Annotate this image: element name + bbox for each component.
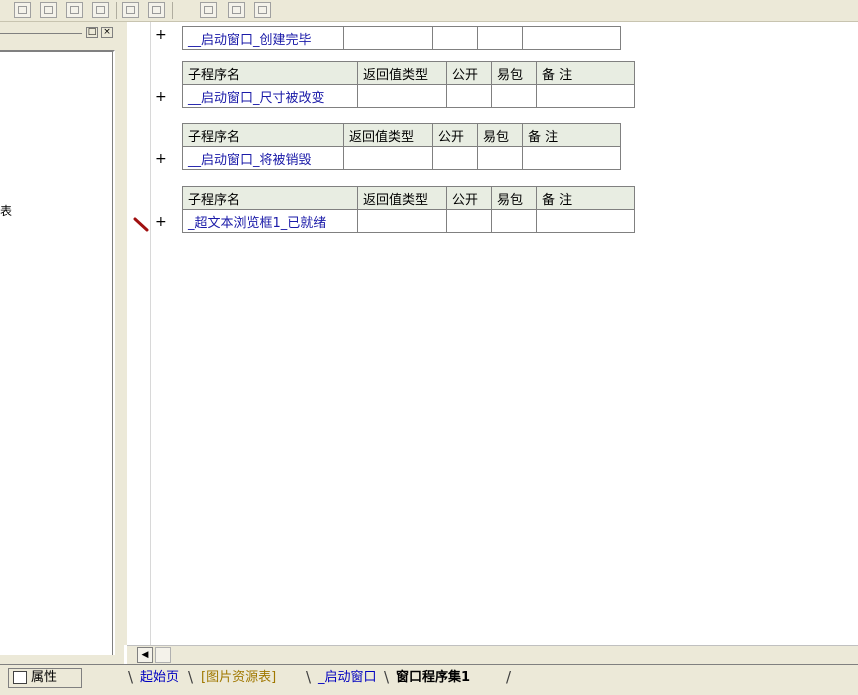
align-middle-icon[interactable] [92,2,109,18]
expand-icon[interactable]: + [155,89,167,105]
breakpoint-pen-icon[interactable] [133,216,149,232]
remark-cell[interactable] [522,26,621,50]
panel-restore-icon[interactable]: □ [86,27,98,38]
expand-icon[interactable]: + [155,214,167,230]
scroll-thumb[interactable] [155,647,171,663]
properties-icon [13,671,27,684]
easy-pack-cell[interactable] [491,209,537,233]
app-window: □ × 表 + __启动窗口_创建完毕 子程序名 返回值类型 公开 易包 备 注… [0,0,858,695]
header-return-type: 返回值类型 [357,186,447,210]
public-cell[interactable] [432,26,478,50]
header-return-type: 返回值类型 [357,61,447,85]
toolbar-separator [116,2,117,19]
left-panel: □ × 表 [0,22,124,664]
header-easy-pack: 易包 [477,123,523,147]
same-height-icon[interactable] [228,2,245,18]
properties-label: 属性 [31,670,58,685]
return-type-cell[interactable] [357,84,447,108]
public-cell[interactable] [446,209,492,233]
public-cell[interactable] [432,146,478,170]
horizontal-scrollbar[interactable]: ◀ [127,645,858,664]
header-easy-pack: 易包 [491,61,537,85]
toolbar-separator [172,2,173,19]
same-size-icon[interactable] [254,2,271,18]
remark-cell[interactable] [536,84,635,108]
public-cell[interactable] [446,84,492,108]
code-editor[interactable]: + __启动窗口_创建完毕 子程序名 返回值类型 公开 易包 备 注 __启动窗… [124,22,858,645]
expand-icon[interactable]: + [155,151,167,167]
tab-divider: \ [128,668,134,686]
header-public: 公开 [446,61,492,85]
remark-cell[interactable] [536,209,635,233]
return-type-cell[interactable] [343,26,433,50]
easy-pack-cell[interactable] [491,84,537,108]
header-name: 子程序名 [182,123,344,147]
panel-grip[interactable] [0,33,82,34]
remark-cell[interactable] [522,146,621,170]
header-name: 子程序名 [182,186,358,210]
editor-gutter [127,22,151,645]
subprogram-table: 子程序名 返回值类型 公开 易包 备 注 _超文本浏览框1_已就绪 [182,186,635,233]
tab-startup-window[interactable]: _启动窗口 [318,669,377,687]
tree-item-fragment[interactable]: 表 [0,202,12,219]
align-top-icon[interactable] [66,2,83,18]
header-name: 子程序名 [182,61,358,85]
return-type-cell[interactable] [343,146,433,170]
subprogram-name-cell[interactable]: __启动窗口_创建完毕 [182,26,344,50]
scroll-left-icon[interactable]: ◀ [137,647,153,663]
header-public: 公开 [432,123,478,147]
return-type-cell[interactable] [357,209,447,233]
header-remark: 备 注 [522,123,621,147]
tab-divider: / [506,668,512,686]
align-left-icon[interactable] [14,2,31,18]
header-public: 公开 [446,186,492,210]
toolbar [0,0,858,22]
tab-divider: \ [188,668,194,686]
expand-icon[interactable]: + [155,27,167,43]
bottom-bar: 属性 \ 起始页 \ [图片资源表] \ _启动窗口 \ 窗口程序集1 / [0,664,858,695]
left-panel-header: □ × [0,26,120,40]
tab-divider: \ [306,668,312,686]
subprogram-name-cell[interactable]: __启动窗口_将被销毁 [182,146,344,170]
space-horizontal-icon[interactable] [122,2,139,18]
easy-pack-cell[interactable] [477,26,523,50]
project-tree[interactable]: 表 [0,50,115,655]
space-vertical-icon[interactable] [148,2,165,18]
header-remark: 备 注 [536,61,635,85]
subprogram-name-cell[interactable]: _超文本浏览框1_已就绪 [182,209,358,233]
align-center-icon[interactable] [40,2,57,18]
properties-button[interactable]: 属性 [8,668,82,688]
header-easy-pack: 易包 [491,186,537,210]
same-width-icon[interactable] [200,2,217,18]
panel-close-icon[interactable]: × [101,27,113,38]
tab-image-resources[interactable]: [图片资源表] [201,669,276,687]
tab-divider: \ [384,668,390,686]
subprogram-table: 子程序名 返回值类型 公开 易包 备 注 __启动窗口_将被销毁 [182,123,621,170]
subprogram-table: 子程序名 返回值类型 公开 易包 备 注 __启动窗口_尺寸被改变 [182,61,635,108]
header-return-type: 返回值类型 [343,123,433,147]
tab-start-page[interactable]: 起始页 [140,669,179,687]
subprogram-table: __启动窗口_创建完毕 [182,26,621,50]
subprogram-name-cell[interactable]: __启动窗口_尺寸被改变 [182,84,358,108]
easy-pack-cell[interactable] [477,146,523,170]
header-remark: 备 注 [536,186,635,210]
tab-window-program-set[interactable]: 窗口程序集1 [396,669,470,687]
